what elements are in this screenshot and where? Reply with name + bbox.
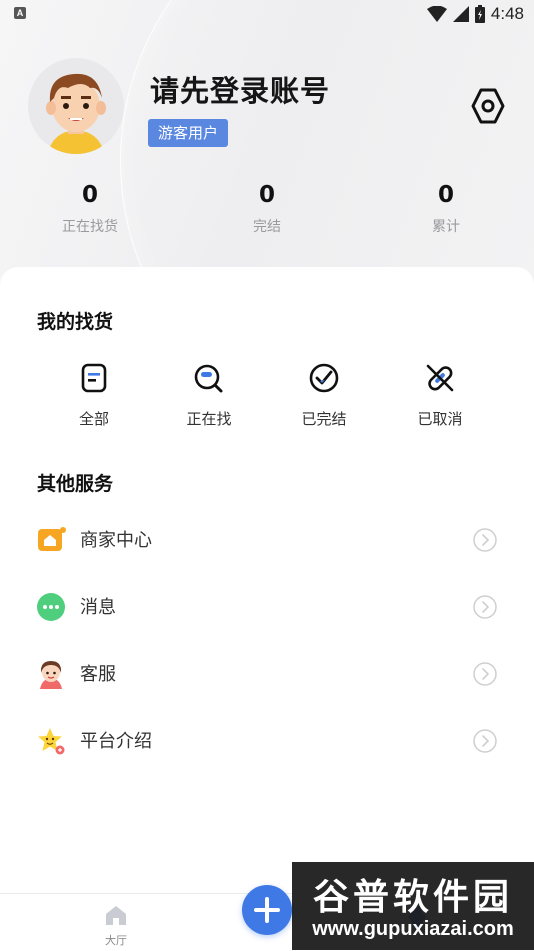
watermark-title: 谷普软件园 — [312, 877, 513, 918]
add-button[interactable] — [242, 885, 292, 935]
other-services-title: 其他服务 — [37, 473, 114, 495]
home-icon — [106, 906, 126, 925]
order-tab-label: 已完结 — [301, 410, 347, 428]
status-bar: A 4:48 — [0, 0, 534, 28]
chevron-right-icon — [473, 528, 497, 552]
star-icon — [38, 728, 65, 755]
stats-row: 0 正在找货 0 完结 0 累计 — [0, 182, 534, 242]
avatar-illustration — [46, 73, 106, 154]
wifi-icon — [426, 6, 447, 22]
header-decorative-arc — [120, 0, 534, 300]
battery-icon — [474, 5, 485, 23]
settings-icon — [471, 88, 505, 124]
chevron-right-icon — [473, 595, 497, 619]
order-tab-searching[interactable]: 正在找 — [159, 360, 259, 429]
service-label: 消息 — [80, 597, 116, 618]
stat-value: 0 — [437, 182, 454, 208]
order-tab-completed[interactable]: 已完结 — [274, 360, 374, 429]
stat-searching[interactable]: 0 正在找货 — [30, 182, 150, 236]
chevron-right-icon — [473, 729, 497, 753]
login-prompt-title[interactable]: 请先登录账号 — [150, 68, 330, 110]
service-label: 商家中心 — [80, 530, 152, 551]
stat-value: 0 — [81, 182, 98, 208]
tab-home[interactable]: 大厅 — [92, 904, 140, 948]
order-tab-label: 全部 — [78, 410, 109, 428]
avatar[interactable] — [28, 58, 124, 154]
status-indicator: A — [14, 7, 26, 19]
watermark-url: www.gupuxiazai.com — [312, 918, 514, 940]
order-tab-all[interactable]: 全部 — [44, 360, 144, 429]
tab-home-label: 大厅 — [105, 934, 127, 947]
chevron-right-icon — [473, 662, 497, 686]
stat-label: 完结 — [253, 219, 281, 235]
service-platform-intro[interactable]: 平台介绍 — [0, 714, 534, 774]
shop-icon — [38, 527, 66, 551]
document-icon — [81, 363, 107, 393]
my-orders-title: 我的找货 — [37, 311, 114, 333]
service-customer-support[interactable]: 客服 — [0, 647, 534, 707]
check-circle-icon — [309, 363, 339, 393]
status-time: 4:48 — [490, 4, 524, 23]
stat-label: 正在找货 — [62, 219, 118, 235]
signal-icon — [452, 6, 469, 22]
settings-button[interactable] — [466, 84, 510, 128]
service-label: 客服 — [80, 664, 116, 685]
watermark: 谷普软件园 www.gupuxiazai.com — [292, 862, 534, 950]
customer-service-icon — [40, 661, 62, 689]
stat-label: 累计 — [432, 219, 460, 235]
search-icon — [194, 364, 223, 393]
service-messages[interactable]: 消息 — [0, 580, 534, 640]
cancel-link-icon — [426, 364, 454, 392]
stat-total[interactable]: 0 累计 — [386, 182, 506, 236]
order-tab-label: 已取消 — [417, 410, 463, 428]
status-right-group: 4:48 — [426, 2, 524, 26]
chat-icon — [37, 593, 65, 621]
stat-value: 0 — [258, 182, 275, 208]
service-merchant-center[interactable]: 商家中心 — [0, 513, 534, 573]
plus-icon — [254, 897, 280, 923]
order-tab-cancelled[interactable]: 已取消 — [390, 360, 490, 429]
stat-completed[interactable]: 0 完结 — [207, 182, 327, 236]
order-tab-label: 正在找 — [186, 410, 232, 428]
service-label: 平台介绍 — [80, 731, 152, 752]
guest-user-badge: 游客用户 — [148, 119, 229, 147]
